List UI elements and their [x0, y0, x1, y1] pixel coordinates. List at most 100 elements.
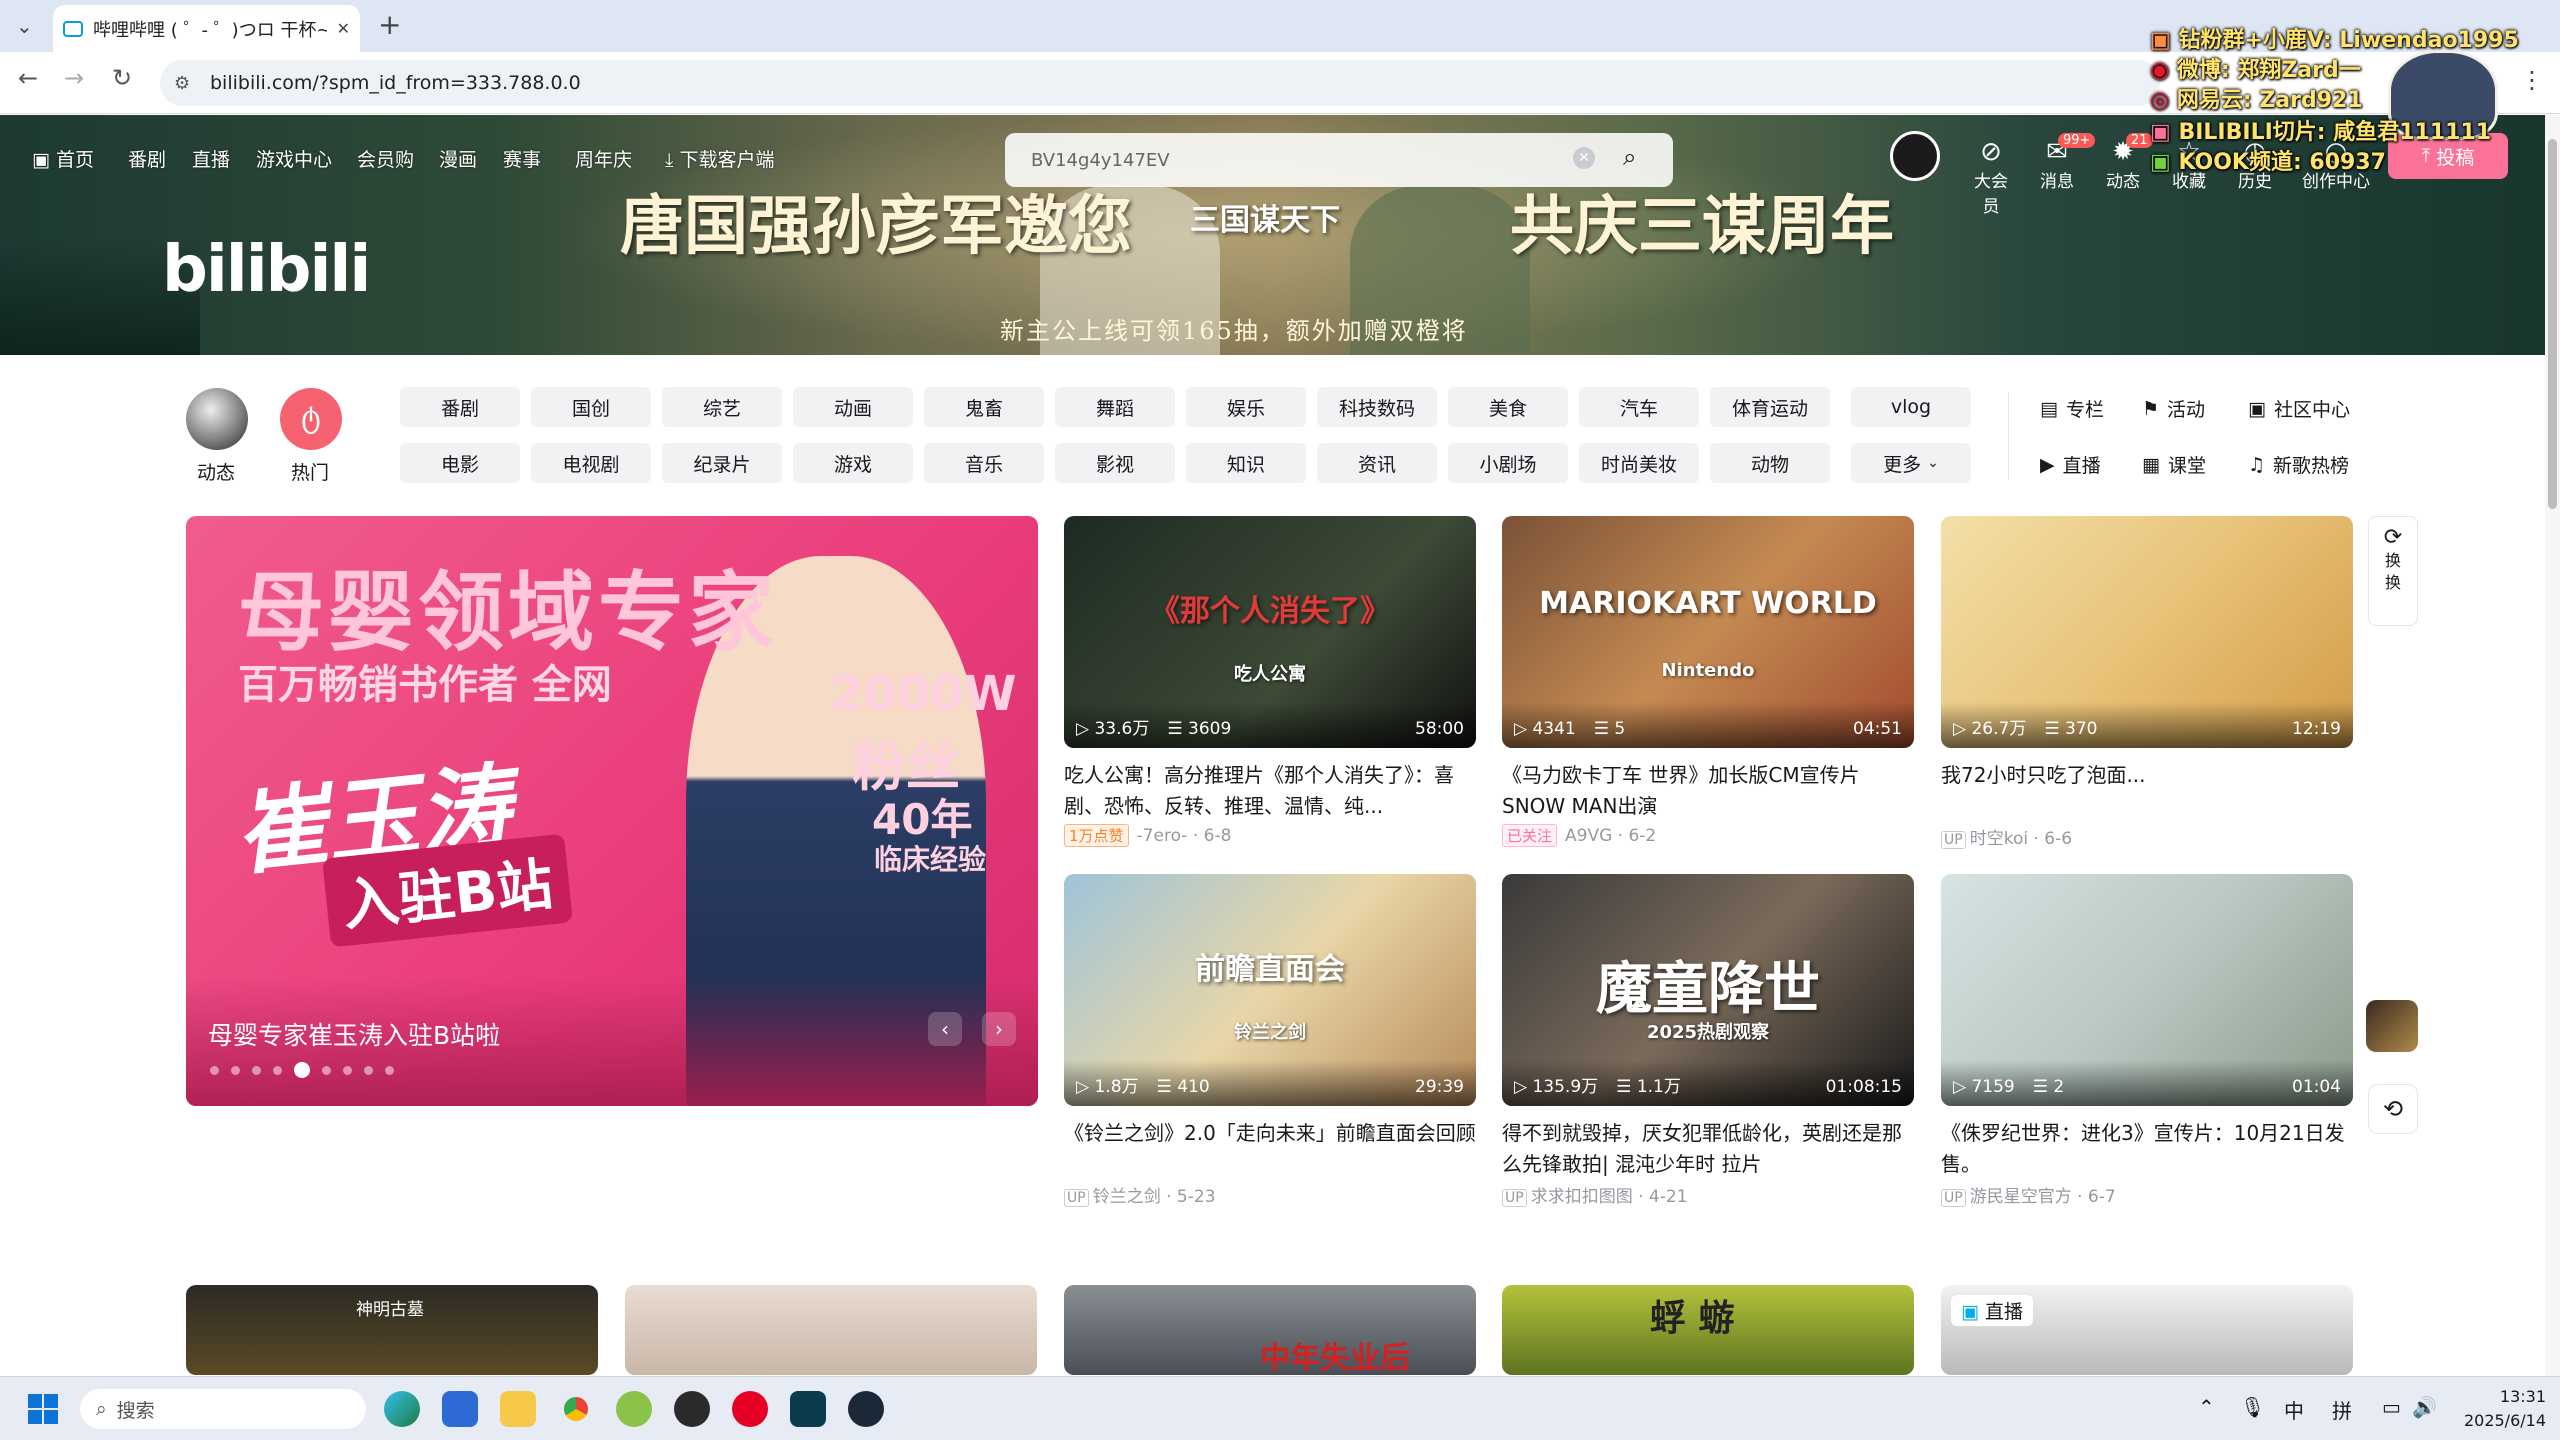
channel-news[interactable]: 资讯 [1317, 443, 1437, 483]
video-thumbnail[interactable]: 魔童降世 2025热剧观察 ▷ 135.9万 ☰ 1.1万 01:08:15 [1502, 874, 1914, 1106]
nav-live[interactable]: 直播 [192, 145, 230, 172]
search-icon[interactable]: ⌕ [1623, 143, 1636, 171]
hot-button[interactable]: ტ [280, 388, 342, 450]
chrome-icon[interactable] [558, 1391, 594, 1427]
windows-start-icon[interactable] [28, 1394, 58, 1424]
video-thumbnail[interactable]: ▷ 7159 ☰ 2 01:04 [1941, 874, 2353, 1106]
new-tab-button[interactable]: + [378, 8, 401, 41]
video-thumbnail[interactable]: MARIOKART WORLD Nintendo ▷ 4341 ☰ 5 04:5… [1502, 516, 1914, 748]
channel-animal[interactable]: 动物 [1710, 443, 1830, 483]
channel-mini-theater[interactable]: 小剧场 [1448, 443, 1568, 483]
video-meta[interactable]: UP 时空koi · 6-6 [1941, 824, 2072, 849]
channel-sports[interactable]: 体育运动 [1710, 387, 1830, 427]
side-music-chart[interactable]: ♫ 新歌热榜 [2248, 451, 2349, 478]
nav-esports[interactable]: 赛事 [503, 145, 541, 172]
side-activity[interactable]: ⚑ 活动 [2142, 395, 2205, 422]
nav-vip[interactable]: ⊘ 大会员 [1966, 137, 2016, 217]
carousel-dot[interactable] [210, 1065, 219, 1075]
channel-food[interactable]: 美食 [1448, 387, 1568, 427]
app-frog-icon[interactable] [616, 1391, 652, 1427]
carousel-dot[interactable] [273, 1065, 282, 1075]
app-game-icon[interactable] [674, 1391, 710, 1427]
channel-dance[interactable]: 舞蹈 [1055, 387, 1175, 427]
video-title[interactable]: 《马力欧卡丁车 世界》加长版CM宣传片 SNOW MAN出演 [1502, 760, 1914, 822]
bottom-thumb-3[interactable]: 中年失业后 [1064, 1285, 1476, 1375]
channel-car[interactable]: 汽车 [1579, 387, 1699, 427]
video-meta[interactable]: 已关注 A9VG · 6-2 [1502, 824, 1656, 847]
clear-search-icon[interactable]: ✕ [1573, 147, 1595, 169]
nav-mall[interactable]: 会员购 [357, 145, 414, 172]
video-meta[interactable]: UP 求求扣扣图图 · 4-21 [1502, 1182, 1688, 1207]
video-title[interactable]: 《侏罗纪世界：进化3》宣传片：10月21日发售。 [1941, 1118, 2353, 1180]
channel-tech[interactable]: 科技数码 [1317, 387, 1437, 427]
tab-search-icon[interactable]: ⌄ [16, 14, 33, 38]
url-input[interactable]: ⚙ bilibili.com/?spm_id_from=333.788.0.0 [160, 60, 2160, 106]
floating-avatar[interactable] [2366, 1000, 2418, 1052]
carousel-dot[interactable] [252, 1065, 261, 1075]
side-classroom[interactable]: ▦ 课堂 [2142, 451, 2206, 478]
video-thumbnail[interactable]: 《那个人消失了》 吃人公寓 ▷ 33.6万 ☰ 3609 58:00 [1064, 516, 1476, 748]
video-title[interactable]: 得不到就毁掉，厌女犯罪低龄化，英剧还是那么先锋敢拍| 混沌少年时 拉片 [1502, 1118, 1914, 1180]
channel-knowledge[interactable]: 知识 [1186, 443, 1306, 483]
nav-anniversary[interactable]: 周年庆 [575, 145, 632, 172]
channel-vlog[interactable]: vlog [1851, 387, 1971, 427]
video-meta[interactable]: UP 游民星空官方 · 6-7 [1941, 1182, 2116, 1207]
channel-guochuang[interactable]: 国创 [531, 387, 651, 427]
clock-date[interactable]: 2025/6/14 [2446, 1411, 2546, 1430]
carousel-dot[interactable] [364, 1065, 373, 1075]
edge-icon[interactable] [384, 1391, 420, 1427]
site-info-icon[interactable]: ⚙ [174, 73, 190, 94]
channel-film[interactable]: 影视 [1055, 443, 1175, 483]
side-live[interactable]: ▶ 直播 [2040, 451, 2101, 478]
scrollbar-thumb[interactable] [2548, 139, 2557, 509]
bottom-thumb-5[interactable]: ▣ 直播 [1941, 1285, 2353, 1375]
user-avatar[interactable] [1890, 131, 1940, 181]
channel-more[interactable]: 更多 ⌄ [1851, 443, 1971, 483]
channel-bangumi[interactable]: 番剧 [400, 387, 520, 427]
netease-music-icon[interactable] [732, 1391, 768, 1427]
page-scrollbar[interactable] [2545, 115, 2560, 1376]
channel-kichiku[interactable]: 鬼畜 [924, 387, 1044, 427]
tab-close-icon[interactable]: ✕ [337, 19, 350, 38]
carousel-dot[interactable] [294, 1062, 310, 1078]
nav-manga[interactable]: 漫画 [439, 145, 477, 172]
side-column[interactable]: ▤ 专栏 [2040, 395, 2104, 422]
video-thumbnail[interactable]: ▷ 26.7万 ☰ 370 12:19 [1941, 516, 2353, 748]
video-title[interactable]: 我72小时只吃了泡面... [1941, 760, 2353, 822]
tray-chevron-icon[interactable]: ⌃ [2198, 1395, 2215, 1419]
taskbar-search[interactable]: ⌕ 搜索 [80, 1389, 366, 1429]
store-icon[interactable] [442, 1391, 478, 1427]
channel-music[interactable]: 音乐 [924, 443, 1044, 483]
carousel-caption[interactable]: 母婴专家崔玉涛入驻B站啦 [208, 1016, 500, 1052]
steam-icon[interactable] [848, 1391, 884, 1427]
nav-messages[interactable]: ✉ 消息 99+ [2032, 133, 2096, 192]
carousel-prev-button[interactable]: ‹ [928, 1012, 962, 1046]
clock-time[interactable]: 13:31 [2466, 1387, 2546, 1406]
file-explorer-icon[interactable] [500, 1391, 536, 1427]
video-thumbnail[interactable]: 前瞻直面会 铃兰之剑 ▷ 1.8万 ☰ 410 29:39 [1064, 874, 1476, 1106]
nav-home[interactable]: ▣ 首页 [32, 145, 94, 172]
refresh-button[interactable]: ⟳ 换换 [2368, 516, 2418, 626]
channel-anime[interactable]: 动画 [793, 387, 913, 427]
forward-icon[interactable]: → [64, 64, 84, 92]
channel-tv-series[interactable]: 电视剧 [531, 443, 651, 483]
channel-game[interactable]: 游戏 [793, 443, 913, 483]
channel-entertainment[interactable]: 娱乐 [1186, 387, 1306, 427]
carousel-dots[interactable] [210, 1062, 394, 1078]
nav-bangumi[interactable]: 番剧 [128, 145, 166, 172]
dynamic-avatar[interactable] [186, 388, 248, 450]
video-title[interactable]: 《铃兰之剑》2.0「走向未来」前瞻直面会回顾 [1064, 1118, 1476, 1180]
dynamic-label[interactable]: 动态 [197, 458, 235, 485]
video-title[interactable]: 吃人公寓！高分推理片《那个人消失了》：喜剧、恐怖、反转、推理、温情、纯... [1064, 760, 1476, 822]
carousel-dot[interactable] [343, 1065, 352, 1075]
bottom-thumb-1[interactable]: 神明古墓 [186, 1285, 598, 1375]
video-meta[interactable]: 1万点赞 -7ero- · 6-8 [1064, 824, 1231, 847]
carousel-dot[interactable] [231, 1065, 240, 1075]
channel-documentary[interactable]: 纪录片 [662, 443, 782, 483]
channel-movie[interactable]: 电影 [400, 443, 520, 483]
bottom-thumb-4[interactable]: 蜉 蝣 [1502, 1285, 1914, 1375]
ime-mode[interactable]: 中 [2284, 1395, 2304, 1424]
reload-icon[interactable]: ↻ [112, 64, 132, 92]
bilibili-logo[interactable]: bilibili [162, 233, 371, 307]
app-steam-like-icon[interactable] [790, 1391, 826, 1427]
